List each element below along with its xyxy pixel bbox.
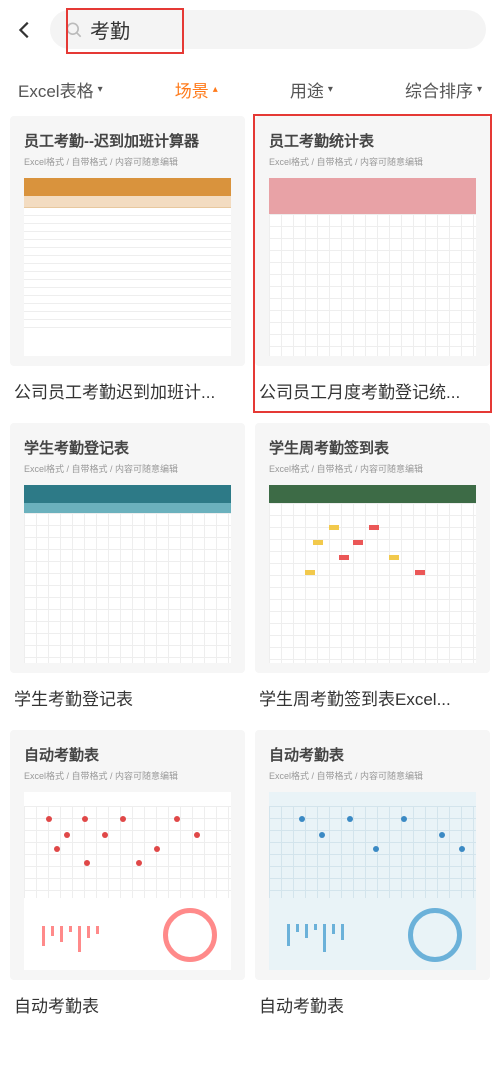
thumbnail-title: 学生周考勤签到表: [269, 437, 476, 458]
template-thumbnail: 自动考勤表 Excel格式 / 自带格式 / 内容可随意编辑: [10, 730, 245, 980]
thumbnail-subtitle: Excel格式 / 自带格式 / 内容可随意编辑: [24, 462, 231, 475]
template-thumbnail: 员工考勤统计表 Excel格式 / 自带格式 / 内容可随意编辑: [255, 116, 490, 366]
template-thumbnail: 学生考勤登记表 Excel格式 / 自带格式 / 内容可随意编辑: [10, 423, 245, 673]
filter-excel-format[interactable]: Excel表格 ▾: [18, 77, 103, 102]
template-card[interactable]: 员工考勤统计表 Excel格式 / 自带格式 / 内容可随意编辑 公司员工月度考…: [255, 116, 490, 411]
thumbnail-title: 学生考勤登记表: [24, 437, 231, 458]
template-thumbnail: 自动考勤表 Excel格式 / 自带格式 / 内容可随意编辑: [255, 730, 490, 980]
filter-label: 用途: [290, 77, 324, 102]
thumbnail-subtitle: Excel格式 / 自带格式 / 内容可随意编辑: [269, 462, 476, 475]
filter-usage[interactable]: 用途 ▾: [290, 77, 333, 102]
search-icon: [64, 20, 84, 40]
thumbnail-sheet-header: [24, 178, 231, 196]
template-card[interactable]: 自动考勤表 Excel格式 / 自带格式 / 内容可随意编辑: [10, 730, 245, 1025]
thumbnail-subtitle: Excel格式 / 自带格式 / 内容可随意编辑: [24, 155, 231, 168]
template-card[interactable]: 自动考勤表 Excel格式 / 自带格式 / 内容可随意编辑: [255, 730, 490, 1025]
template-caption: 自动考勤表: [10, 980, 245, 1025]
chevron-down-icon: ▾: [328, 84, 333, 95]
filter-sort[interactable]: 综合排序 ▾: [405, 77, 482, 102]
template-card[interactable]: 学生周考勤签到表 Excel格式 / 自带格式 / 内容可随意编辑 学生周考勤签…: [255, 423, 490, 718]
thumbnail-title: 自动考勤表: [24, 744, 231, 765]
template-caption: 学生考勤登记表: [10, 673, 245, 718]
filter-label: 场景: [175, 77, 209, 102]
thumbnail-subtitle: Excel格式 / 自带格式 / 内容可随意编辑: [269, 155, 476, 168]
template-thumbnail: 员工考勤--迟到加班计算器 Excel格式 / 自带格式 / 内容可随意编辑: [10, 116, 245, 366]
filter-scene[interactable]: 场景 ▴: [175, 77, 218, 102]
template-caption: 学生周考勤签到表Excel...: [255, 673, 490, 718]
template-caption: 自动考勤表: [255, 980, 490, 1025]
filter-label: 综合排序: [405, 77, 473, 102]
thumbnail-title: 员工考勤--迟到加班计算器: [24, 130, 231, 151]
chevron-down-icon: ▾: [98, 84, 103, 95]
template-caption: 公司员工考勤迟到加班计...: [10, 366, 245, 411]
back-button[interactable]: [10, 15, 40, 45]
thumbnail-subtitle: Excel格式 / 自带格式 / 内容可随意编辑: [269, 769, 476, 782]
thumbnail-title: 员工考勤统计表: [269, 130, 476, 151]
chevron-down-icon: ▾: [477, 84, 482, 95]
template-card[interactable]: 员工考勤--迟到加班计算器 Excel格式 / 自带格式 / 内容可随意编辑 公…: [10, 116, 245, 411]
template-caption: 公司员工月度考勤登记统...: [255, 366, 490, 411]
thumbnail-title: 自动考勤表: [269, 744, 476, 765]
filter-label: Excel表格: [18, 77, 94, 102]
thumbnail-subtitle: Excel格式 / 自带格式 / 内容可随意编辑: [24, 769, 231, 782]
template-card[interactable]: 学生考勤登记表 Excel格式 / 自带格式 / 内容可随意编辑 学生考勤登记表: [10, 423, 245, 718]
filter-bar: Excel表格 ▾ 场景 ▴ 用途 ▾ 综合排序 ▾: [0, 59, 500, 116]
template-thumbnail: 学生周考勤签到表 Excel格式 / 自带格式 / 内容可随意编辑: [255, 423, 490, 673]
search-field[interactable]: [50, 10, 486, 49]
search-input[interactable]: [90, 18, 472, 41]
template-grid: 员工考勤--迟到加班计算器 Excel格式 / 自带格式 / 内容可随意编辑 公…: [0, 116, 500, 1025]
chevron-up-icon: ▴: [213, 84, 218, 95]
